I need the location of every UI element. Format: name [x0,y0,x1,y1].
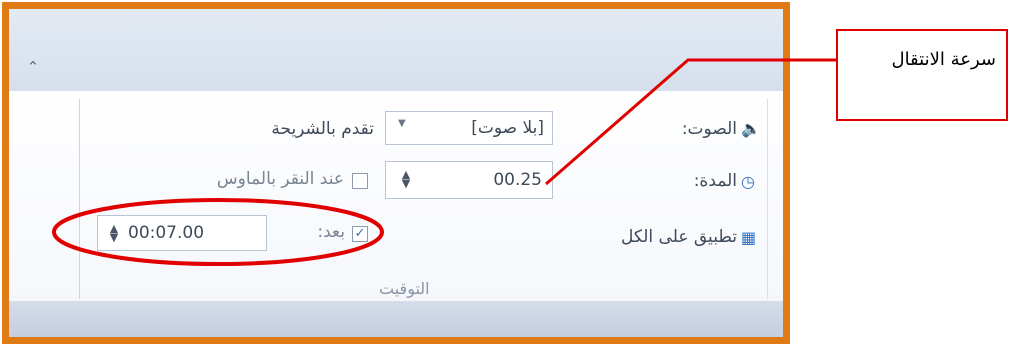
callout-text: سرعة الانتقال [891,49,996,70]
callout-leader-line [545,58,838,186]
highlight-ellipse [52,198,384,266]
callout-box: سرعة الانتقال [836,29,1008,121]
